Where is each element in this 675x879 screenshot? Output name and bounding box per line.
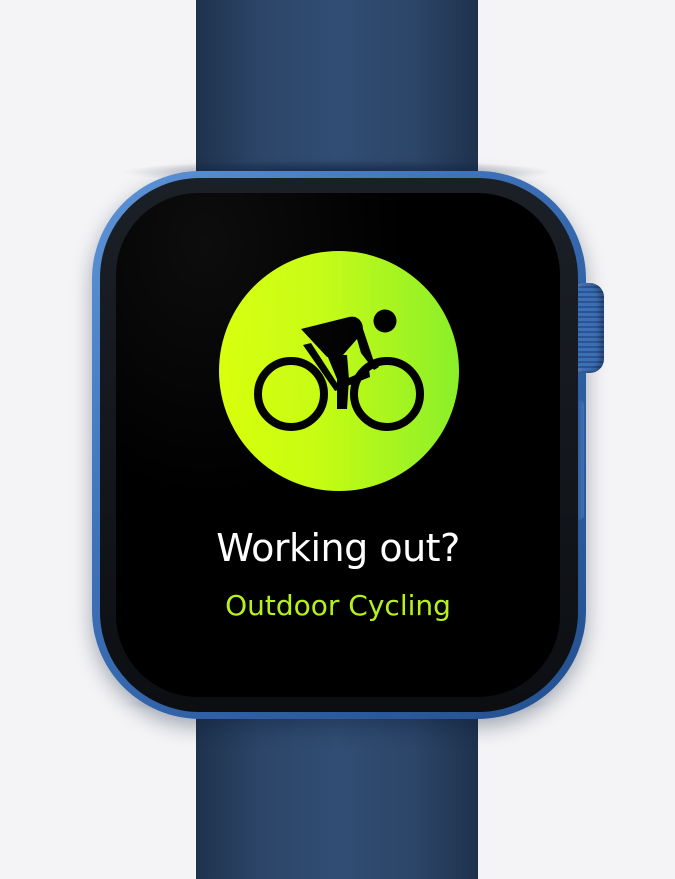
workout-type-label[interactable]: Outdoor Cycling	[116, 588, 560, 624]
outdoor-cycling-icon	[254, 309, 424, 431]
prompt-title: Working out?	[216, 526, 460, 570]
workout-icon-button[interactable]	[219, 251, 459, 491]
